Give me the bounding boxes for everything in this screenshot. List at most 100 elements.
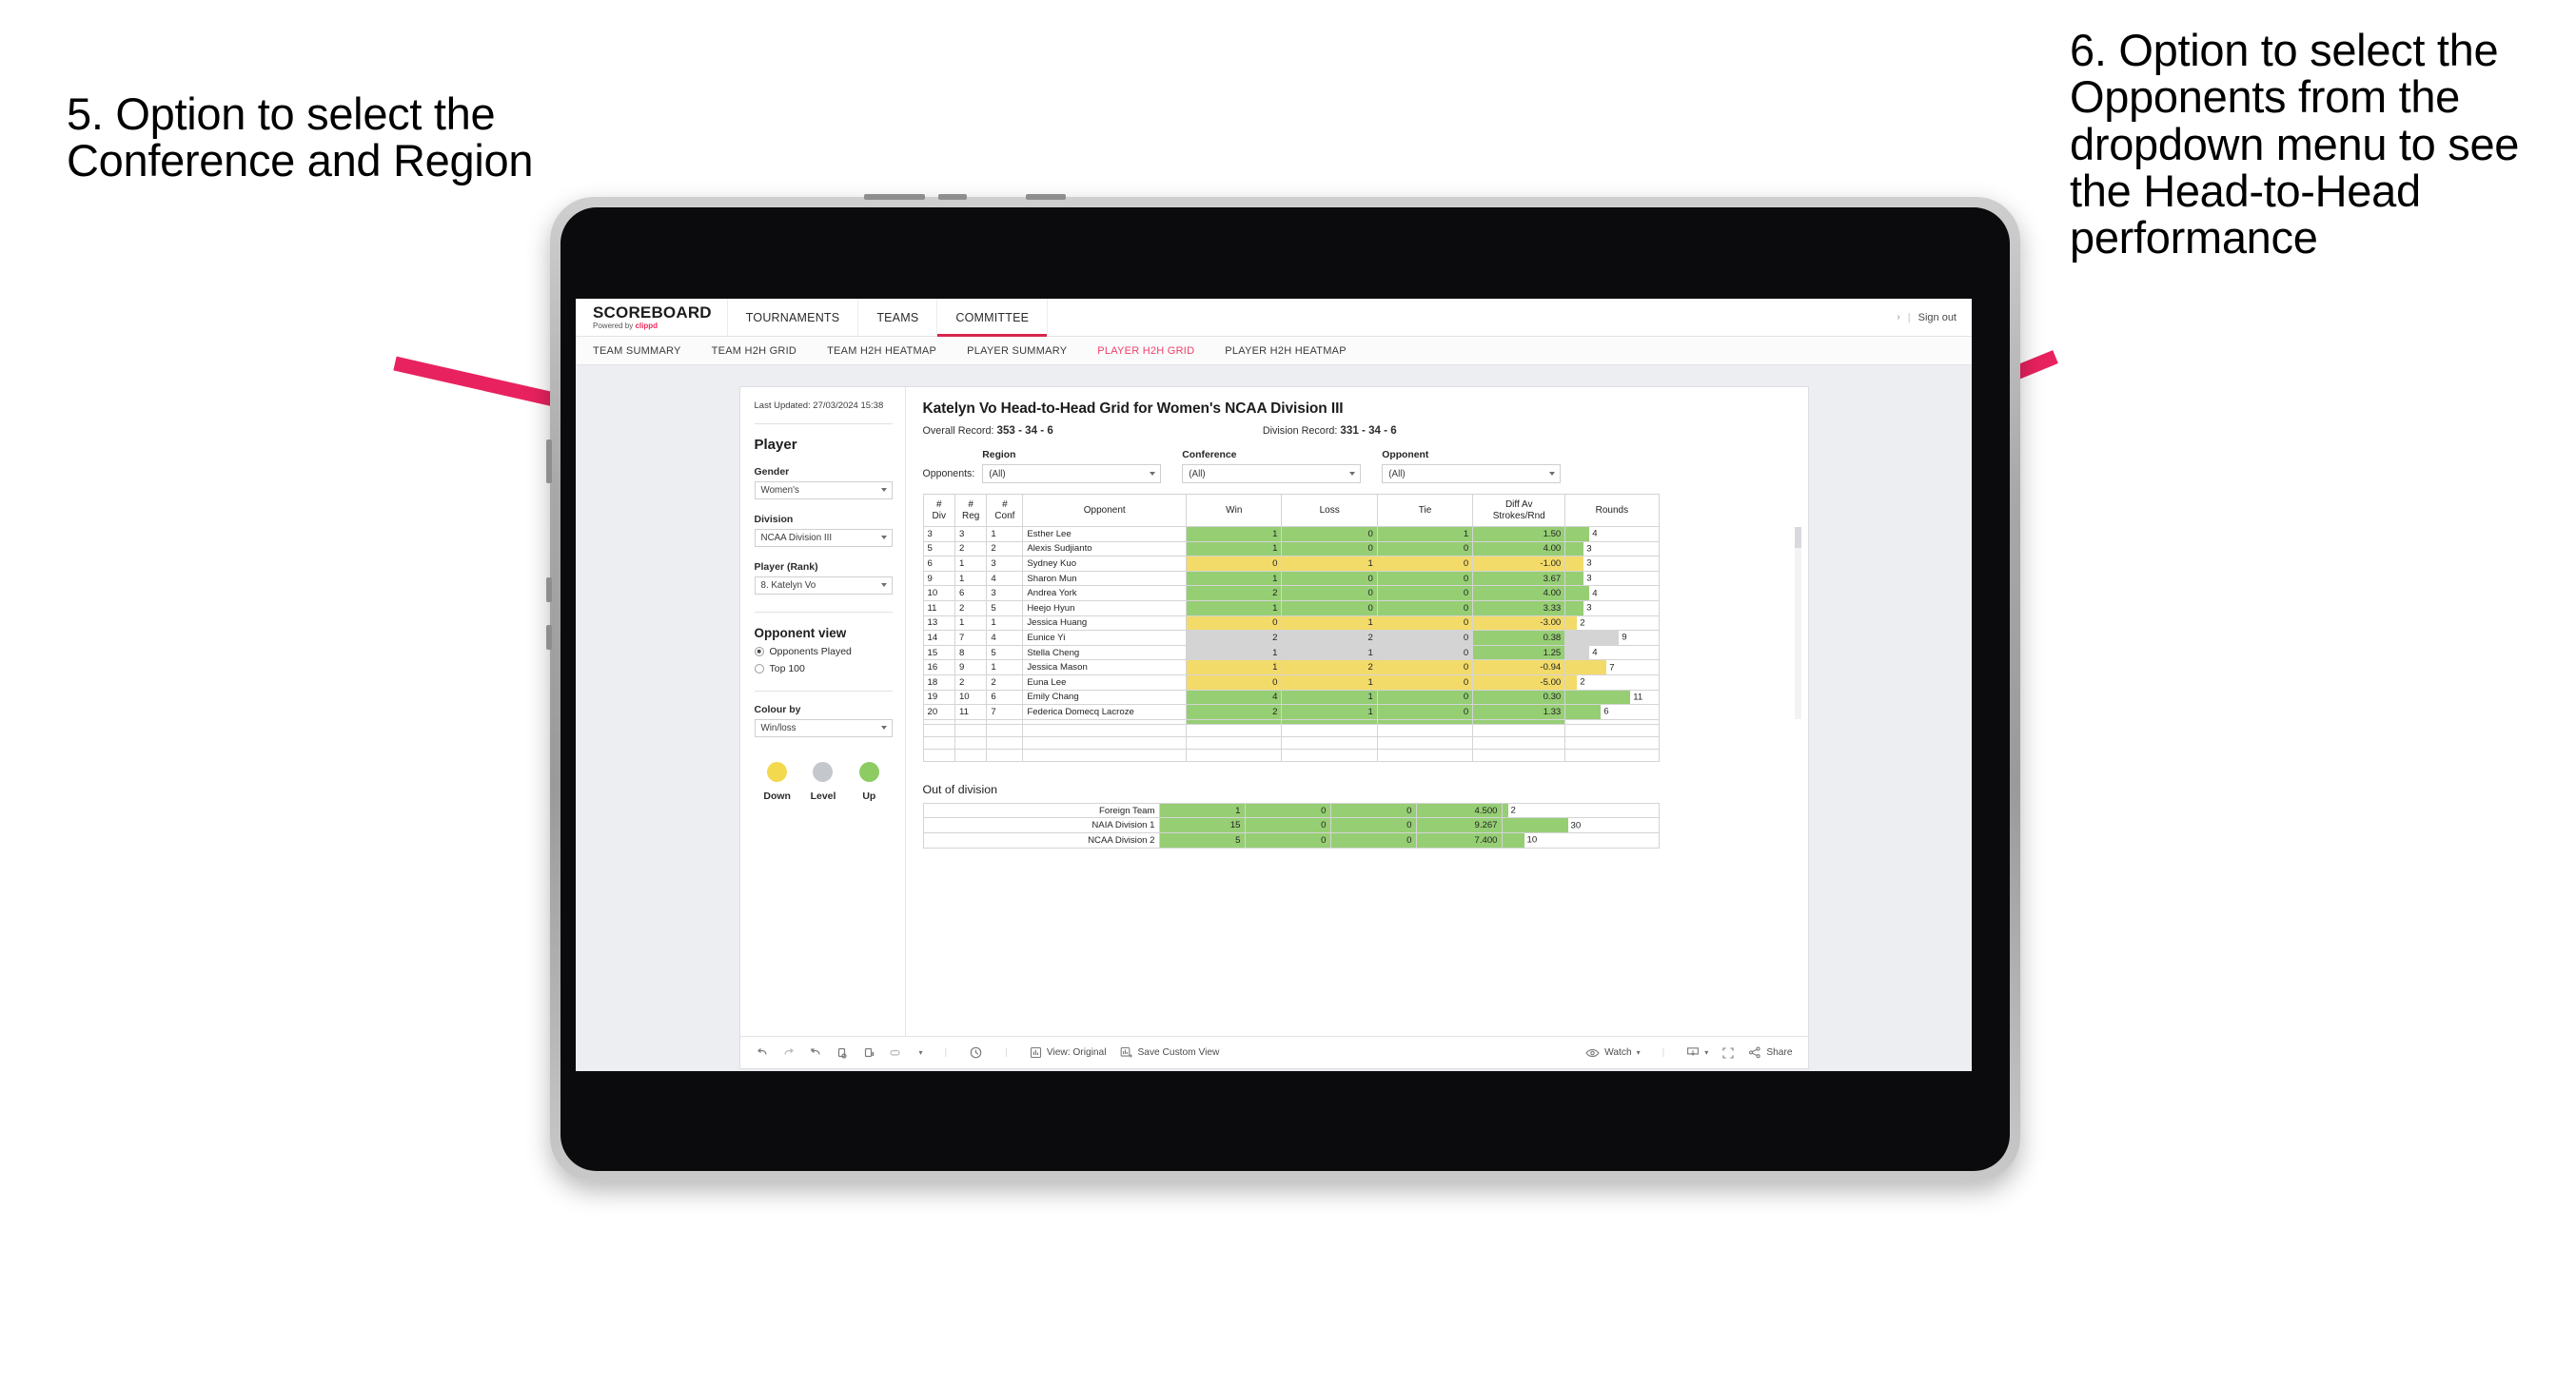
table-row[interactable]: 11 2 5 Heejo Hyun 1 0 0 3.33 3 <box>922 599 1660 616</box>
table-row[interactable]: 14 7 4 Eunice Yi 2 2 0 0.38 9 <box>922 630 1660 646</box>
cell-tie: 0 <box>1376 630 1474 646</box>
rounds-bar <box>1565 600 1584 615</box>
col-div: # Div <box>922 494 955 527</box>
table-row[interactable]: 10 6 3 Andrea York 2 0 0 4.00 4 <box>922 585 1660 601</box>
cell-opponent: Sydney Kuo <box>1022 556 1188 572</box>
division-record-value: 331 - 34 - 6 <box>1340 424 1397 437</box>
col-div-l2: Div <box>932 510 946 521</box>
cell-div: 16 <box>922 659 955 675</box>
download-button[interactable]: ▾ <box>1686 1046 1708 1059</box>
clock-icon[interactable] <box>969 1045 983 1060</box>
table-row[interactable]: 18 2 2 Euna Lee 0 1 0 -5.00 2 <box>922 673 1660 691</box>
select-conference[interactable]: (All) <box>1182 464 1362 483</box>
tablet-device: SCOREBOARD Powered by clippd TOURNAMENTS… <box>546 194 2020 1181</box>
radio-top-100[interactable]: Top 100 <box>754 663 893 674</box>
nav-teams[interactable]: TEAMS <box>858 299 938 336</box>
redo-icon[interactable] <box>782 1046 796 1060</box>
cell-rounds: 4 <box>1564 644 1660 661</box>
cell-empty <box>1022 723 1188 737</box>
tab-team-summary[interactable]: TEAM SUMMARY <box>593 345 681 357</box>
table-row[interactable]: 13 1 1 Jessica Huang 0 1 0 -3.00 2 <box>922 615 1660 632</box>
cell-win: 1 <box>1186 526 1283 542</box>
tab-team-h2h-grid[interactable]: TEAM H2H GRID <box>712 345 796 357</box>
highlight-icon[interactable] <box>889 1046 906 1060</box>
watch-button[interactable]: Watch ▾ <box>1585 1047 1641 1059</box>
table-row[interactable]: 6 1 3 Sydney Kuo 0 1 0 -1.00 3 <box>922 556 1660 572</box>
chevron-down-icon <box>1349 472 1356 476</box>
table-row[interactable]: 16 9 1 Jessica Mason 1 2 0 -0.94 7 <box>922 659 1660 675</box>
cell-diff: 4.00 <box>1472 540 1566 557</box>
tab-player-summary[interactable]: PLAYER SUMMARY <box>967 345 1067 357</box>
select-gender[interactable]: Women's <box>754 480 893 499</box>
rounds-value: 3 <box>1586 573 1592 584</box>
legend-item-down: Down <box>755 761 800 802</box>
tab-player-h2h-grid[interactable]: PLAYER H2H GRID <box>1097 345 1194 357</box>
cell-conf: 4 <box>986 570 1024 587</box>
col-tie: Tie <box>1376 494 1474 527</box>
select-player-rank[interactable]: 8. Katelyn Vo <box>754 576 893 595</box>
out-of-division-row[interactable]: Foreign Team 1 0 0 4.500 2 <box>922 802 1660 819</box>
opponent-filters: Opponents: Region (All) Conference (All)… <box>923 450 1791 483</box>
tab-player-h2h-heatmap[interactable]: PLAYER H2H HEATMAP <box>1225 345 1347 357</box>
select-opponent[interactable]: (All) <box>1382 464 1562 483</box>
revert-icon[interactable] <box>809 1046 822 1060</box>
table-row[interactable]: 19 10 6 Emily Chang 4 1 0 0.30 11 <box>922 689 1660 706</box>
device-button-side-2 <box>546 577 552 602</box>
cell-div: 14 <box>922 630 955 646</box>
out-of-division-row[interactable]: NCAA Division 2 5 0 0 7.400 10 <box>922 831 1660 849</box>
nav-committee[interactable]: COMMITTEE <box>937 299 1049 337</box>
cell-empty <box>1472 723 1566 737</box>
cell-partial <box>1564 718 1660 725</box>
cell-tie: 0 <box>1376 585 1474 601</box>
grid-scrollbar[interactable] <box>1794 527 1801 719</box>
cell-reg: 10 <box>954 689 988 706</box>
rounds-value: 2 <box>1580 617 1585 629</box>
select-region[interactable]: (All) <box>982 464 1162 483</box>
out-of-division-row[interactable]: NAIA Division 1 15 0 0 9.267 30 <box>922 817 1660 833</box>
filter-conference: Conference (All) <box>1182 450 1362 483</box>
rounds-value: 4 <box>1592 647 1598 658</box>
cell-div: 5 <box>922 540 955 557</box>
tab-team-h2h-heatmap[interactable]: TEAM H2H HEATMAP <box>827 345 936 357</box>
device-button-top-3 <box>1026 194 1066 200</box>
col-conf-l2: Conf <box>994 510 1015 521</box>
nav-tournaments[interactable]: TOURNAMENTS <box>728 299 859 336</box>
table-row[interactable]: 20 11 7 Federica Domecq Lacroze 2 1 0 1.33 6 <box>922 704 1660 720</box>
view-original-button[interactable]: View: Original <box>1030 1046 1107 1059</box>
rounds-bar <box>1565 631 1620 645</box>
select-colour-by[interactable]: Win/loss <box>754 718 893 737</box>
table-row[interactable]: 3 3 1 Esther Lee 1 0 1 1.50 4 <box>922 526 1660 542</box>
table-row[interactable]: 15 8 5 Stella Cheng 1 1 0 1.25 4 <box>922 644 1660 661</box>
radio-opponents-played[interactable]: Opponents Played <box>754 646 893 657</box>
select-division[interactable]: NCAA Division III <box>754 528 893 547</box>
chevron-down-icon <box>880 488 887 493</box>
col-reg: # Reg <box>954 494 988 527</box>
grid-scrollbar-thumb[interactable] <box>1794 527 1801 548</box>
chevron-down-icon[interactable]: ▾ <box>919 1048 923 1057</box>
undo-icon[interactable] <box>756 1046 769 1060</box>
cell-div: 15 <box>922 644 955 661</box>
out-of-division-table: Foreign Team 1 0 0 4.500 2 NAIA Division 1 15 0 0… <box>922 802 1660 849</box>
cell-tie: 0 <box>1376 540 1474 557</box>
share-button[interactable]: Share <box>1748 1046 1793 1059</box>
select-gender-value: Women's <box>760 484 799 496</box>
save-custom-view-button[interactable]: Save Custom View <box>1120 1046 1219 1059</box>
toolbar-divider-3: | <box>1662 1047 1665 1058</box>
table-row[interactable]: 5 2 2 Alexis Sudjianto 1 0 0 4.00 3 <box>922 540 1660 557</box>
fullscreen-icon[interactable] <box>1721 1046 1735 1060</box>
main-panel: Katelyn Vo Head-to-Head Grid for Women's… <box>906 387 1808 1036</box>
cell-empty <box>1281 723 1378 737</box>
refresh-icon[interactable] <box>836 1046 849 1060</box>
legend-swatch-level <box>813 761 834 782</box>
overall-record-value: 353 - 34 - 6 <box>996 424 1053 437</box>
sign-out-link[interactable]: Sign out <box>1918 312 1957 323</box>
chevron-right-icon[interactable]: › <box>1897 312 1899 322</box>
table-row[interactable]: 9 1 4 Sharon Mun 1 0 0 3.67 3 <box>922 570 1660 587</box>
eye-icon <box>1585 1047 1600 1059</box>
cell-tie: 0 <box>1376 644 1474 661</box>
legend-item-level: Level <box>800 761 846 802</box>
rounds-bar <box>1565 586 1590 600</box>
pause-icon[interactable] <box>862 1046 875 1060</box>
cell-opponent: Sharon Mun <box>1022 570 1188 587</box>
brand-logo[interactable]: SCOREBOARD Powered by clippd <box>576 299 728 336</box>
